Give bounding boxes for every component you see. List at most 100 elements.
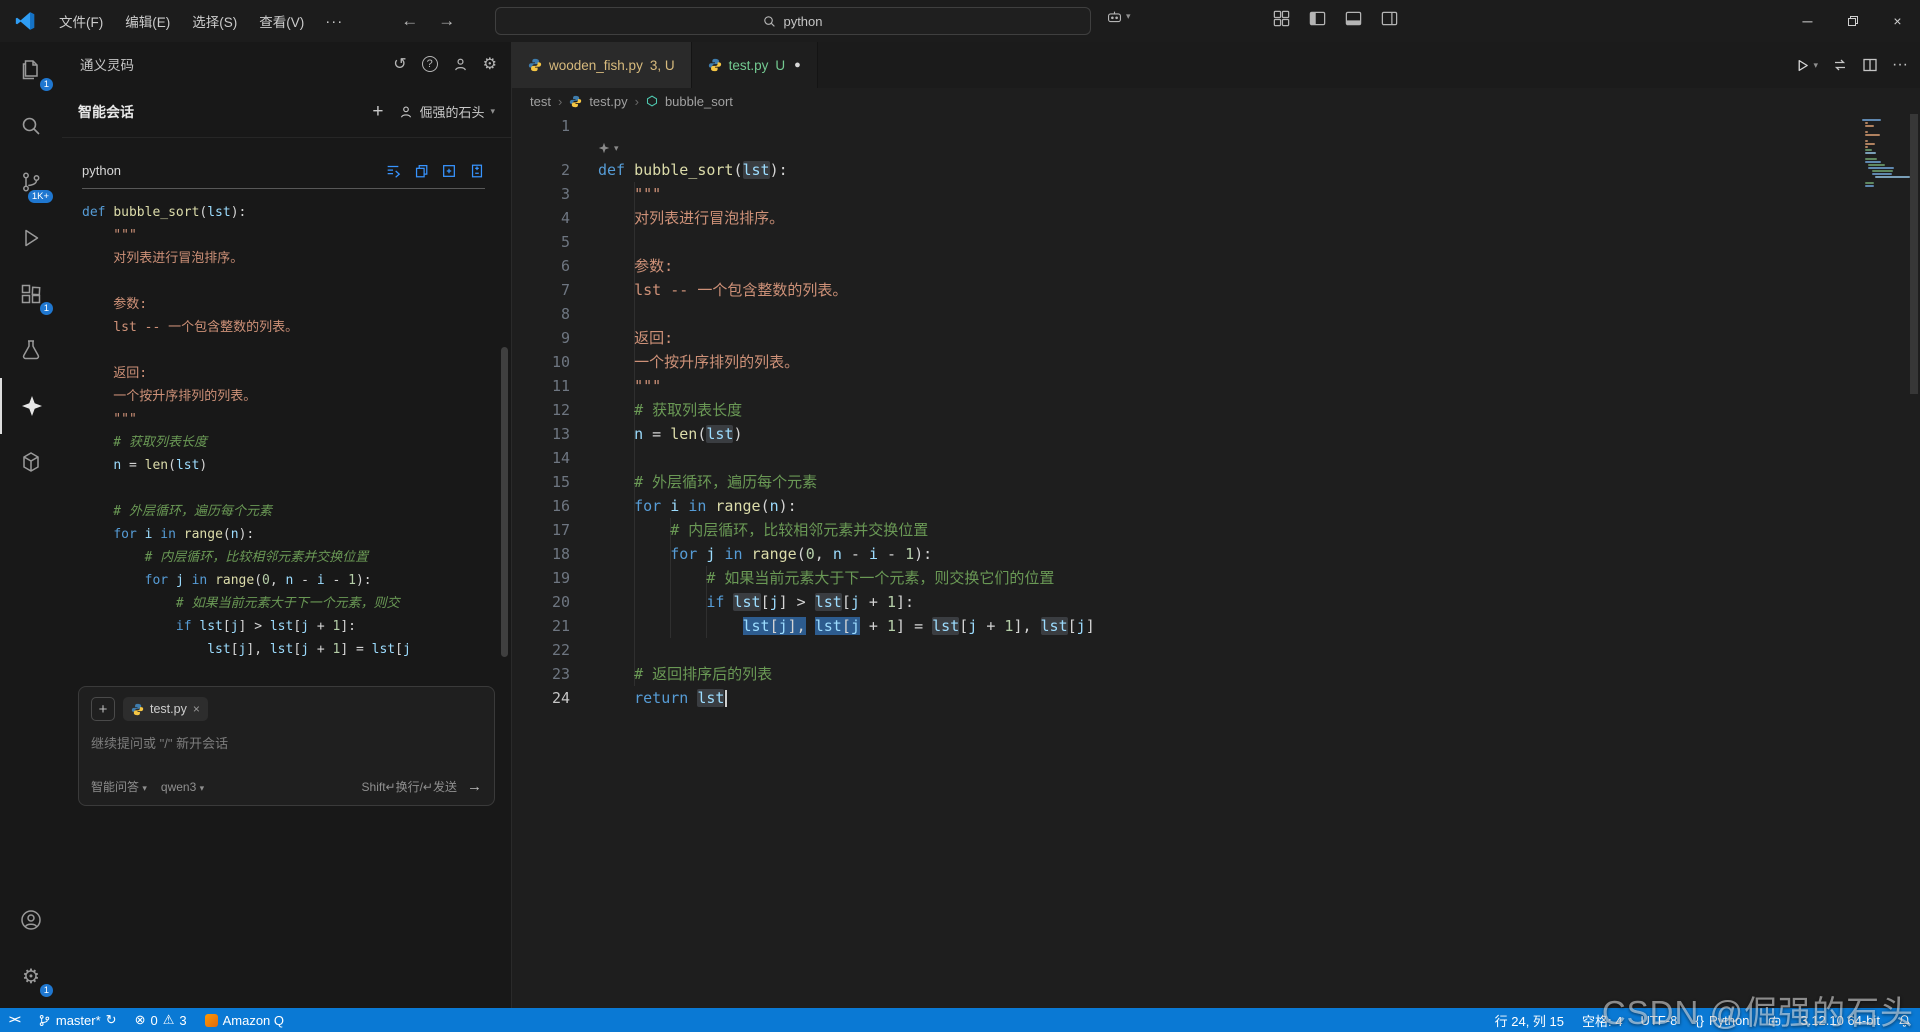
close-icon[interactable]: × [1875,0,1920,42]
code-line[interactable]: 2def bubble_sort(lst): [512,158,1862,182]
diff-file-icon[interactable] [469,163,485,179]
sidebar-item-lingma[interactable] [0,378,62,434]
code-line[interactable]: 1 [512,114,1862,138]
code-line[interactable]: 17 # 内层循环，比较相邻元素并交换位置 [512,518,1862,542]
menu-file[interactable]: 文件(F) [48,6,114,36]
add-context-button[interactable]: + [91,697,115,721]
remote-indicator[interactable]: >< [0,1008,29,1032]
code-line[interactable]: 4 对列表进行冒泡排序。 [512,206,1862,230]
code-line[interactable]: 12 # 获取列表长度 [512,398,1862,422]
ai-assistant-status[interactable] [1758,1008,1791,1032]
minimize-icon[interactable]: ─ [1785,0,1830,42]
line-number: 8 [512,302,570,326]
new-file-plus-icon[interactable] [441,163,457,179]
code-line[interactable]: 16 for i in range(n): [512,494,1862,518]
amazon-q-status[interactable]: Amazon Q [196,1008,293,1032]
breadcrumb-folder[interactable]: test [530,94,551,109]
run-python-button[interactable]: ▾ [1795,58,1818,73]
toggle-sidebar-icon[interactable] [1308,9,1327,28]
send-icon[interactable]: → [467,778,482,795]
chevron-down-icon[interactable]: ▾ [614,143,619,154]
sidebar-item-explorer[interactable]: 1 [0,42,62,98]
lingma-codelens-icon[interactable] [598,142,610,154]
code-line[interactable]: 18 for j in range(0, n - i - 1): [512,542,1862,566]
code-line[interactable]: 5 [512,230,1862,254]
forward-icon[interactable]: → [438,11,455,31]
model-select[interactable]: qwen3 ▾ [161,780,204,794]
git-branch-status[interactable]: master* ↻ [29,1008,126,1032]
breadcrumb-symbol[interactable]: bubble_sort [665,94,733,109]
restore-icon[interactable] [1830,0,1875,42]
copy-icon[interactable] [413,163,429,179]
sidebar-item-testing[interactable] [0,322,62,378]
split-editor-icon[interactable] [1862,57,1878,73]
command-center-search[interactable]: python [495,7,1091,35]
sidebar-item-search[interactable] [0,98,62,154]
code-line[interactable]: 10 一个按升序排列的列表。 [512,350,1862,374]
code-line[interactable]: 15 # 外层循环，遍历每个元素 [512,470,1862,494]
code-line[interactable]: 20 if lst[j] > lst[j + 1]: [512,590,1862,614]
tab-smart-session[interactable]: 智能会话 [78,102,372,122]
code-line[interactable]: 11 """ [512,374,1862,398]
panel-settings-icon[interactable]: ⚙ [483,54,497,74]
code-line[interactable]: 21 lst[j], lst[j + 1] = lst[j + 1], lst[… [512,614,1862,638]
feedback-person-icon[interactable] [453,57,468,72]
mode-select[interactable]: 智能问答 ▾ [91,778,147,795]
indentation-status[interactable]: 空格: 4 [1573,1008,1631,1032]
help-icon[interactable]: ? [422,56,438,72]
editor-code-area[interactable]: 1 ▾ 2def bubble_sort(lst):3 """4 对列表进行冒泡… [512,114,1862,1008]
dirty-indicator-icon[interactable]: ● [794,59,801,71]
code-line[interactable]: 14 [512,446,1862,470]
insert-at-cursor-icon[interactable] [385,163,401,179]
cursor-position-status[interactable]: 行 24, 列 15 [1486,1008,1573,1032]
scrollbar-thumb[interactable] [1910,114,1918,394]
code-line[interactable]: 19 # 如果当前元素大于下一个元素，则交换它们的位置 [512,566,1862,590]
open-changes-icon[interactable] [1832,57,1848,73]
chip-close-icon[interactable]: × [193,702,200,716]
code-line[interactable]: 13 n = len(lst) [512,422,1862,446]
sidebar-scrollbar[interactable] [501,347,508,657]
notifications-bell[interactable] [1889,1008,1920,1032]
encoding-status[interactable]: UTF-8 [1631,1008,1686,1032]
code-line[interactable]: 8 [512,302,1862,326]
problems-status[interactable]: ⊗ 0 ⚠ 3 [126,1008,196,1032]
python-interpreter-status[interactable]: 3.12.10 64-bit [1791,1008,1889,1032]
history-icon[interactable]: ↺ [393,54,406,74]
sidebar-code-lines[interactable]: def bubble_sort(lst): """ 对列表进行冒泡排序。 参数:… [82,189,485,661]
toggle-panel-icon[interactable] [1344,9,1363,28]
more-actions-icon[interactable]: ··· [1892,56,1908,74]
editor-scrollbar[interactable] [1908,114,1920,1008]
tab-test-py[interactable]: test.py U ● [692,42,818,88]
chat-input-box[interactable]: + test.py × 继续提问或 "/" 新开会话 智能问答 ▾ qwen3 … [78,686,495,806]
account-icon[interactable] [0,892,62,948]
sidebar-item-run-debug[interactable] [0,210,62,266]
code-line[interactable]: 22 [512,638,1862,662]
user-menu[interactable]: 倔强的石头 ▾ [399,102,495,121]
copilot-menu[interactable]: ▾ [1106,9,1131,24]
sidebar-item-extensions[interactable]: 1 [0,266,62,322]
menu-more-icon[interactable]: ··· [315,8,353,35]
toggle-secondary-sidebar-icon[interactable] [1380,9,1399,28]
code-line[interactable]: 3 """ [512,182,1862,206]
menu-selection[interactable]: 选择(S) [181,6,248,36]
breadcrumb-file[interactable]: test.py [589,94,627,109]
menu-view[interactable]: 查看(V) [248,6,315,36]
code-line[interactable]: 7 lst -- 一个包含整数的列表。 [512,278,1862,302]
code-line[interactable]: 6 参数: [512,254,1862,278]
code-line[interactable]: 23 # 返回排序后的列表 [512,662,1862,686]
tab-wooden-fish-py[interactable]: wooden_fish.py 3, U [512,42,692,88]
lingma-panel: 通义灵码 ↺ ? ⚙ 智能会话 + 倔强的石头 ▾ python [62,42,512,1008]
customize-layout-icon[interactable] [1272,9,1291,28]
settings-gear-icon[interactable]: ⚙ 1 [0,948,62,1004]
new-session-icon[interactable]: + [372,101,383,123]
back-icon[interactable]: ← [401,11,418,31]
minimap[interactable] [1862,116,1908,188]
code-line[interactable]: 24 return lst [512,686,1862,710]
code-line[interactable]: 9 返回: [512,326,1862,350]
layout-controls [1272,9,1399,28]
context-chip-testpy[interactable]: test.py × [123,697,208,721]
menu-edit[interactable]: 编辑(E) [114,6,181,36]
sidebar-item-remote-explorer[interactable] [0,434,62,490]
language-mode-status[interactable]: {} Python [1686,1008,1758,1032]
sidebar-item-source-control[interactable]: 1K+ [0,154,62,210]
